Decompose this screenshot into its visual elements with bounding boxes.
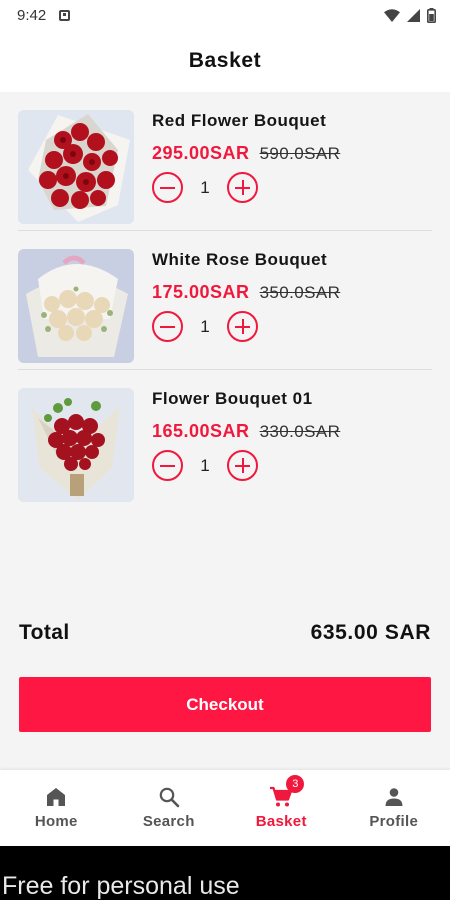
person-icon bbox=[385, 788, 403, 806]
cart-item[interactable]: Red Flower Bouquet 295.00SAR 590.0SAR 1 bbox=[0, 92, 450, 231]
cart-count-badge: 3 bbox=[286, 775, 305, 793]
increase-quantity-button[interactable] bbox=[227, 172, 258, 203]
product-name: Flower Bouquet 01 bbox=[152, 389, 313, 408]
nav-item-profile[interactable]: Profile bbox=[338, 770, 450, 846]
original-price: 590.0SAR bbox=[259, 144, 341, 163]
price-row: 295.00SAR 590.0SAR bbox=[152, 143, 340, 164]
quantity-value: 1 bbox=[200, 455, 210, 475]
home-icon bbox=[47, 788, 66, 806]
search-icon bbox=[159, 787, 180, 808]
current-price: 175.00SAR bbox=[152, 282, 250, 302]
wifi-icon bbox=[384, 8, 400, 22]
decrease-quantity-button[interactable] bbox=[152, 311, 183, 342]
watermark-text: Free for personal use bbox=[2, 872, 240, 900]
app-header: Basket bbox=[0, 30, 450, 92]
quantity-value: 1 bbox=[200, 316, 210, 336]
checkout-button[interactable]: Checkout bbox=[19, 677, 431, 732]
signal-icon bbox=[407, 8, 420, 22]
status-time: 9:42 bbox=[17, 6, 47, 24]
bottom-nav: Home Search 3 Basket Profile bbox=[0, 770, 450, 846]
price-row: 175.00SAR 350.0SAR bbox=[152, 282, 340, 303]
original-price: 350.0SAR bbox=[259, 283, 341, 302]
decrease-quantity-button[interactable] bbox=[152, 172, 183, 203]
notification-icon bbox=[59, 9, 71, 21]
quantity-value: 1 bbox=[200, 177, 210, 197]
watermark-bar: Free for personal use bbox=[0, 846, 450, 900]
current-price: 165.00SAR bbox=[152, 421, 250, 441]
nav-label: Home bbox=[34, 813, 78, 830]
quantity-stepper: 1 bbox=[152, 172, 258, 203]
total-row: Total 635.00 SAR bbox=[19, 621, 431, 645]
product-image bbox=[18, 110, 134, 224]
nav-item-search[interactable]: Search bbox=[113, 770, 226, 846]
nav-label: Search bbox=[142, 813, 195, 830]
product-image bbox=[18, 249, 134, 363]
product-name: White Rose Bouquet bbox=[152, 250, 328, 269]
quantity-stepper: 1 bbox=[152, 311, 258, 342]
total-value: 635.00 SAR bbox=[310, 621, 431, 644]
status-bar: 9:42 bbox=[0, 0, 450, 30]
original-price: 330.0SAR bbox=[259, 422, 341, 441]
page-title: Basket bbox=[188, 49, 262, 72]
battery-icon bbox=[427, 7, 436, 23]
product-name: Red Flower Bouquet bbox=[152, 111, 327, 130]
price-row: 165.00SAR 330.0SAR bbox=[152, 421, 340, 442]
increase-quantity-button[interactable] bbox=[227, 450, 258, 481]
cart-list: Red Flower Bouquet 295.00SAR 590.0SAR 1 bbox=[0, 92, 450, 509]
increase-quantity-button[interactable] bbox=[227, 311, 258, 342]
cart-item[interactable]: Flower Bouquet 01 165.00SAR 330.0SAR 1 bbox=[0, 370, 450, 509]
total-label: Total bbox=[19, 621, 70, 644]
nav-item-home[interactable]: Home bbox=[0, 770, 113, 846]
nav-label: Profile bbox=[369, 813, 419, 830]
current-price: 295.00SAR bbox=[152, 143, 250, 163]
decrease-quantity-button[interactable] bbox=[152, 450, 183, 481]
nav-item-basket[interactable]: 3 Basket bbox=[225, 770, 338, 846]
nav-label: Basket bbox=[255, 813, 307, 830]
product-image bbox=[18, 388, 134, 502]
quantity-stepper: 1 bbox=[152, 450, 258, 481]
status-icons bbox=[384, 7, 436, 23]
cart-item[interactable]: White Rose Bouquet 175.00SAR 350.0SAR 1 bbox=[0, 231, 450, 370]
